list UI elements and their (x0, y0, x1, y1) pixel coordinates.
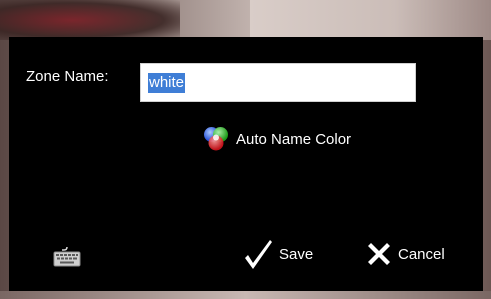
save-button[interactable]: Save (241, 237, 313, 271)
cancel-button[interactable]: Cancel (364, 237, 445, 271)
zone-name-value[interactable]: white (148, 73, 186, 93)
close-icon (368, 243, 390, 265)
zone-name-label: Zone Name: (26, 68, 109, 85)
background-image-bottom (0, 291, 491, 299)
zone-name-input[interactable]: white (140, 63, 416, 102)
background-image-left (0, 0, 180, 40)
zone-name-dialog: Zone Name: white Auto Name Color Save Ca… (9, 37, 483, 291)
keyboard-icon[interactable] (53, 245, 81, 267)
screen: Zone Name: white Auto Name Color Save Ca… (0, 0, 491, 299)
background-image-right (250, 0, 491, 40)
checkmark-icon (245, 240, 272, 269)
auto-name-color-button[interactable]: Auto Name Color (202, 125, 351, 153)
save-label: Save (279, 245, 314, 263)
auto-name-color-label: Auto Name Color (236, 130, 352, 148)
cancel-label: Cancel (398, 245, 445, 263)
color-wheel-icon (204, 127, 228, 151)
